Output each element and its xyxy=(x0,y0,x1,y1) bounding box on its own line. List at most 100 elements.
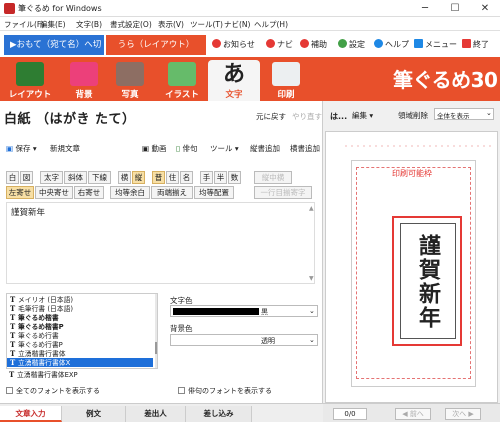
help-button[interactable]: ヘルプ xyxy=(374,39,409,50)
align-left-button[interactable]: 左寄せ xyxy=(6,186,34,199)
menu-file[interactable]: ファイル(F) xyxy=(4,19,44,30)
tab-merge[interactable]: 差し込み xyxy=(186,406,252,422)
show-all-fonts-checkbox[interactable] xyxy=(6,387,13,394)
half-button[interactable]: 半 xyxy=(214,171,227,184)
font-item[interactable]: T 立湧楷書行書体 xyxy=(7,349,153,358)
edit-dropdown[interactable]: 編集 ▾ xyxy=(352,110,373,121)
tab-text-input[interactable]: 文章入力 xyxy=(0,406,62,422)
justify-button[interactable]: 両端揃え xyxy=(151,186,193,199)
vertical-add-button[interactable]: 縦書追加 xyxy=(250,143,280,154)
tools-dropdown[interactable]: ツール ▾ xyxy=(210,143,239,154)
menu-text[interactable]: 文字(B) xyxy=(76,19,102,30)
horizontal-button[interactable]: 横 xyxy=(118,171,131,184)
region-delete-button[interactable]: 領域削除 xyxy=(398,110,428,121)
white-button[interactable]: 白 xyxy=(6,171,19,184)
vertical-button[interactable]: 縦 xyxy=(132,171,145,184)
font-list-scroll-thumb[interactable] xyxy=(155,342,157,354)
haiku-button[interactable]: ▯ 俳句 xyxy=(176,143,198,154)
font-item[interactable]: T 筆ぐるめ行書 xyxy=(7,331,153,340)
scroll-down-icon[interactable]: ▼ xyxy=(309,275,314,282)
zoom-select[interactable]: 全体を表示 ⌄ xyxy=(434,108,494,120)
minimize-icon[interactable]: ─ xyxy=(410,2,440,15)
font-item[interactable]: T 筆ぐるめ楷書 xyxy=(7,313,153,322)
bg-color-select[interactable]: 透明 ⌄ xyxy=(170,334,318,346)
switch-to-omote-button[interactable]: ▶おもて（宛て名）へ切替 xyxy=(4,35,104,70)
bell-icon xyxy=(212,39,221,48)
printer-icon xyxy=(272,62,300,86)
new-text-button[interactable]: 新規文章 xyxy=(50,143,80,154)
navi-button[interactable]: ナビ xyxy=(266,39,293,50)
window-title: 筆ぐるめ for Windows xyxy=(18,4,102,13)
font-item[interactable]: T 毛筆行書 (日本語) xyxy=(7,304,153,313)
navi-label: ナビ xyxy=(277,40,293,49)
redo-button[interactable]: やり直す xyxy=(292,111,322,122)
tab-examples[interactable]: 例文 xyxy=(62,406,126,422)
font-item[interactable]: T 筆ぐるめ行書P xyxy=(7,340,153,349)
font-item-label: 筆ぐるめ行書 xyxy=(18,332,59,340)
address-button[interactable]: 住 xyxy=(166,171,179,184)
tab-layout[interactable]: レイアウト xyxy=(4,60,56,101)
save-button[interactable]: ▣ 保存 ▾ xyxy=(6,143,37,154)
number-button[interactable]: 数 xyxy=(228,171,241,184)
hand-button[interactable]: 手 xyxy=(200,171,213,184)
align-center-button[interactable]: 中央寄せ xyxy=(35,186,73,199)
next-page-button[interactable]: 次へ ▶ xyxy=(445,408,481,420)
help-label: ヘルプ xyxy=(385,40,409,49)
tab-photo[interactable]: 写真 xyxy=(104,60,156,101)
menu-format[interactable]: 書式設定(O) xyxy=(110,19,152,30)
tate-chu-yoko-button[interactable]: 縦中横 xyxy=(254,171,292,184)
underline-button[interactable]: 下線 xyxy=(88,171,111,184)
text-frame[interactable]: 謹賀新年 xyxy=(400,223,456,339)
menu-view[interactable]: 表示(V) xyxy=(158,19,184,30)
menu-navi[interactable]: ナビ(N) xyxy=(224,19,250,30)
font-item-selected[interactable]: T 立湧楷書行書体X xyxy=(7,358,153,367)
prev-page-button[interactable]: ◀ 前へ xyxy=(395,408,431,420)
italic-button[interactable]: 斜体 xyxy=(64,171,87,184)
menu-button[interactable]: メニュー xyxy=(414,39,457,50)
assist-button[interactable]: 補助 xyxy=(300,39,327,50)
first-line-align-button[interactable]: 一行目揃寄字 xyxy=(254,186,312,199)
scroll-up-icon[interactable]: ▲ xyxy=(309,205,314,212)
figure-button[interactable]: 図 xyxy=(20,171,33,184)
show-haiku-fonts-checkbox[interactable] xyxy=(178,387,185,394)
menu-label: メニュー xyxy=(425,40,457,49)
exit-button[interactable]: 終了 xyxy=(462,39,489,50)
bold-button[interactable]: 太字 xyxy=(40,171,63,184)
font-list-scrollbar[interactable] xyxy=(155,294,157,368)
name-button[interactable]: 名 xyxy=(180,171,193,184)
font-item[interactable]: T メイリオ (日本語) xyxy=(7,295,153,304)
video-button[interactable]: ▣ 動画 xyxy=(142,143,166,154)
close-icon[interactable]: ✕ xyxy=(470,2,500,15)
tab-print[interactable]: 印刷 xyxy=(260,60,312,101)
menu-icon xyxy=(414,39,423,48)
settings-button[interactable]: 設定 xyxy=(338,39,365,50)
exit-icon xyxy=(462,39,471,48)
cross-icon xyxy=(300,39,309,48)
truetype-icon: T xyxy=(10,340,16,349)
tab-text[interactable]: あ文字 xyxy=(208,60,260,101)
font-list[interactable]: T メイリオ (日本語) T 毛筆行書 (日本語) T 筆ぐるめ楷書 T 筆ぐるめ楷書P… xyxy=(6,293,158,369)
text-color-select[interactable]: 黒 ⌄ xyxy=(170,305,318,317)
font-item[interactable]: T 筆ぐるめ楷書P xyxy=(7,322,153,331)
tab-background[interactable]: 背景 xyxy=(58,60,110,101)
postcard-page[interactable]: 印刷可能枠 謹賀新年 xyxy=(351,160,476,387)
normal-button[interactable]: 普 xyxy=(152,171,165,184)
align-right-button[interactable]: 右寄せ xyxy=(74,186,104,199)
ura-layout-tab[interactable]: うら（レイアウト） xyxy=(106,35,206,55)
notice-button[interactable]: お知らせ xyxy=(212,39,255,50)
menu-help[interactable]: ヘルプ(H) xyxy=(254,19,288,30)
menu-edit[interactable]: 編集(E) xyxy=(40,19,66,30)
distribute-button[interactable]: 均等配置 xyxy=(194,186,234,199)
prev-icon: ◀ xyxy=(402,410,408,418)
horizontal-add-button[interactable]: 横書追加 xyxy=(290,143,320,154)
maximize-icon[interactable]: ☐ xyxy=(440,2,470,15)
tab-illust[interactable]: イラスト xyxy=(156,60,208,101)
even-margin-button[interactable]: 均等余白 xyxy=(110,186,150,199)
preview-status-bar: 0/0 ◀ 前へ 次へ ▶ xyxy=(323,403,500,422)
font-item[interactable]: T 立湧楷書行書体EXP xyxy=(6,370,152,379)
menu-tools[interactable]: ツール(T) xyxy=(190,19,223,30)
undo-button[interactable]: 元に戻す xyxy=(256,111,286,122)
text-input-area[interactable]: 謹賀新年 ▲ ▼ xyxy=(6,202,315,284)
next-icon: ▶ xyxy=(468,410,474,418)
tab-sender[interactable]: 差出人 xyxy=(126,406,186,422)
